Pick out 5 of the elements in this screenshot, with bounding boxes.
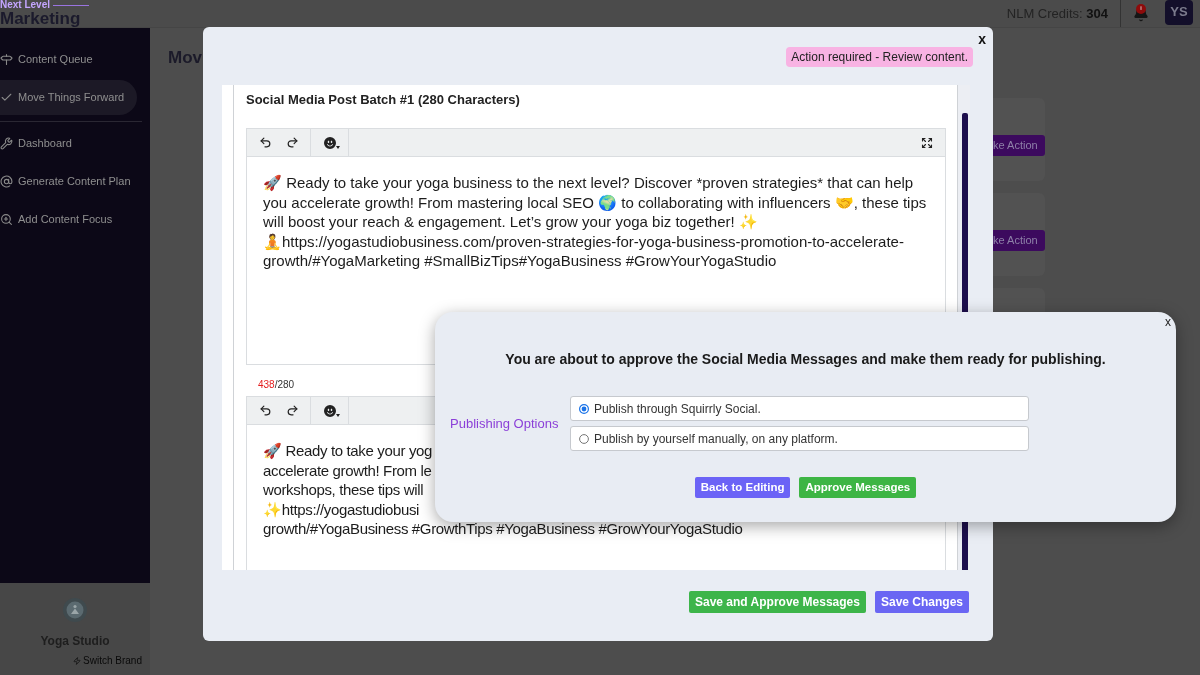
publishing-options-label: Publishing Options (450, 414, 560, 433)
logo-tagline: Next Level (0, 0, 51, 10)
status-badge: Action required - Review content. (786, 47, 973, 67)
section-title: Social Media Post Batch #1 (280 Characters) (246, 91, 520, 108)
character-count: 438/280 (258, 379, 295, 390)
